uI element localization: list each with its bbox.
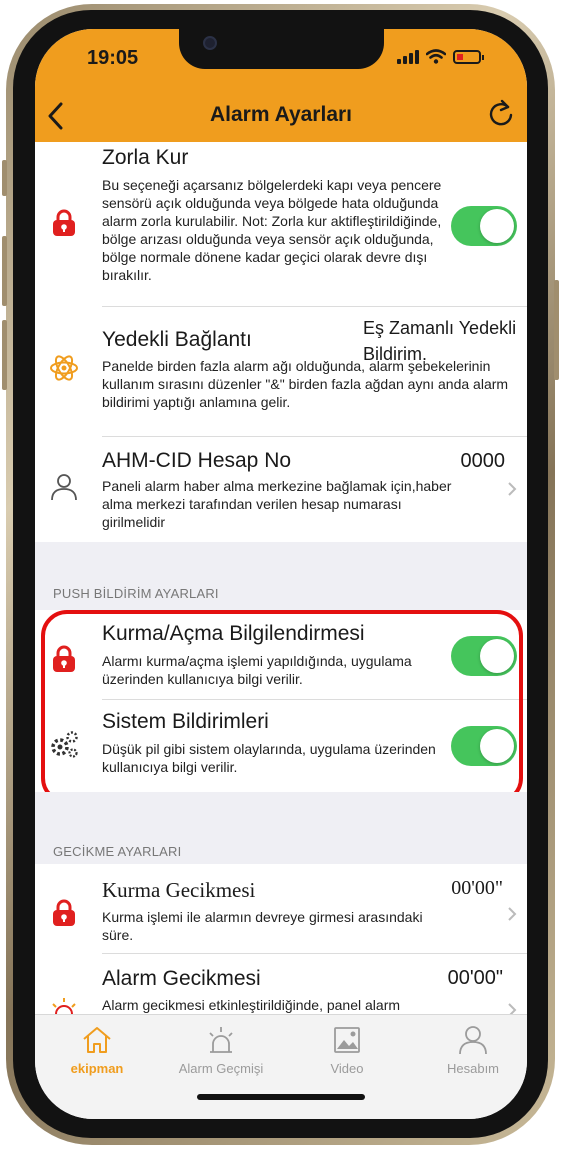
zorla-kur-toggle[interactable] bbox=[451, 206, 517, 246]
setting-title: Alarm Gecikmesi bbox=[102, 967, 261, 990]
setting-zorla-kur: Zorla Kur Bu seçeneği açarsanız bölgeler… bbox=[35, 142, 527, 307]
app-screen: 19:05 Alarm Ayarları Zorla Kur Bu seçene… bbox=[35, 29, 527, 1119]
setting-alarm-gecikmesi[interactable]: Alarm Gecikmesi 00'00" Alarm gecikmesi e… bbox=[35, 954, 527, 1014]
setting-description: Bu seçeneği açarsanız bölgelerdeki kapı … bbox=[102, 177, 442, 283]
volume-down-button bbox=[2, 320, 7, 390]
chevron-right-icon bbox=[508, 482, 517, 496]
settings-list: Zorla Kur Bu seçeneği açarsanız bölgeler… bbox=[35, 142, 527, 1014]
lock-icon bbox=[53, 899, 75, 926]
setting-title: Yedekli Bağlantı bbox=[102, 328, 252, 351]
setting-description: Kurma işlemi ile alarmın devreye girmesi… bbox=[102, 909, 423, 943]
user-icon bbox=[459, 1026, 487, 1055]
front-camera bbox=[203, 36, 217, 50]
user-icon bbox=[51, 474, 77, 501]
refresh-button[interactable] bbox=[485, 97, 517, 131]
status-icons bbox=[397, 49, 484, 64]
tab-label: Hesabım bbox=[446, 1061, 500, 1076]
power-button bbox=[554, 280, 559, 380]
tab-video[interactable]: Video bbox=[297, 1025, 397, 1076]
tab-bar: ekipman Alarm Geçmişi Video Hesabım bbox=[35, 1014, 527, 1119]
volume-up-button bbox=[2, 236, 7, 306]
siren-icon bbox=[52, 998, 76, 1014]
highlight-frame bbox=[41, 610, 523, 804]
chevron-right-icon bbox=[508, 1003, 517, 1014]
tab-ekipman[interactable]: ekipman bbox=[47, 1025, 147, 1076]
home-icon bbox=[83, 1027, 111, 1053]
lock-icon bbox=[53, 209, 75, 236]
tab-hesabim[interactable]: Hesabım bbox=[423, 1025, 523, 1076]
setting-description: Alarm gecikmesi etkinleştirildiğinde, pa… bbox=[102, 997, 401, 1013]
setting-kurma-gecikmesi[interactable]: Kurma Gecikmesi 00'00" Kurma işlemi ile … bbox=[35, 864, 527, 954]
section-gap: GECİKME AYARLARI bbox=[35, 792, 527, 864]
tab-alarm-gecmisi[interactable]: Alarm Geçmişi bbox=[171, 1025, 271, 1076]
tab-label: ekipman bbox=[70, 1061, 124, 1076]
tab-label: Video bbox=[330, 1061, 364, 1076]
cellular-signal-icon bbox=[397, 49, 419, 64]
setting-title: Zorla Kur bbox=[102, 146, 189, 169]
setting-ahm-cid[interactable]: AHM-CID Hesap No 0000 Paneli alarm haber… bbox=[35, 437, 527, 542]
mute-switch bbox=[2, 160, 7, 196]
setting-value: 00'00" bbox=[451, 877, 503, 899]
page-title: Alarm Ayarları bbox=[209, 103, 353, 126]
setting-description: Panelde birden fazla alarm ağı olduğunda… bbox=[102, 358, 509, 410]
wifi-icon bbox=[426, 49, 446, 64]
setting-title: AHM-CID Hesap No bbox=[102, 449, 292, 472]
setting-description: Paneli alarm haber alma merkezine bağlam… bbox=[102, 478, 452, 530]
battery-icon bbox=[453, 49, 484, 64]
image-icon bbox=[334, 1027, 360, 1053]
tab-label: Alarm Geçmişi bbox=[178, 1061, 264, 1076]
status-time: 19:05 bbox=[87, 47, 139, 69]
chevron-right-icon bbox=[508, 907, 517, 921]
setting-yedekli-baglanti[interactable]: Yedekli Bağlantı Eş Zamanlı Yedekli Bild… bbox=[35, 307, 527, 437]
setting-value: 00'00" bbox=[447, 967, 503, 989]
setting-title: Kurma Gecikmesi bbox=[102, 878, 256, 902]
home-indicator bbox=[197, 1094, 365, 1100]
section-gap: PUSH BİLDİRİM AYARLARI bbox=[35, 542, 527, 610]
siren-icon bbox=[209, 1027, 233, 1053]
atom-icon bbox=[50, 355, 78, 381]
section-header-push: PUSH BİLDİRİM AYARLARI bbox=[53, 586, 219, 601]
setting-value: 0000 bbox=[460, 450, 506, 472]
section-header-gecikme: GECİKME AYARLARI bbox=[53, 844, 182, 859]
